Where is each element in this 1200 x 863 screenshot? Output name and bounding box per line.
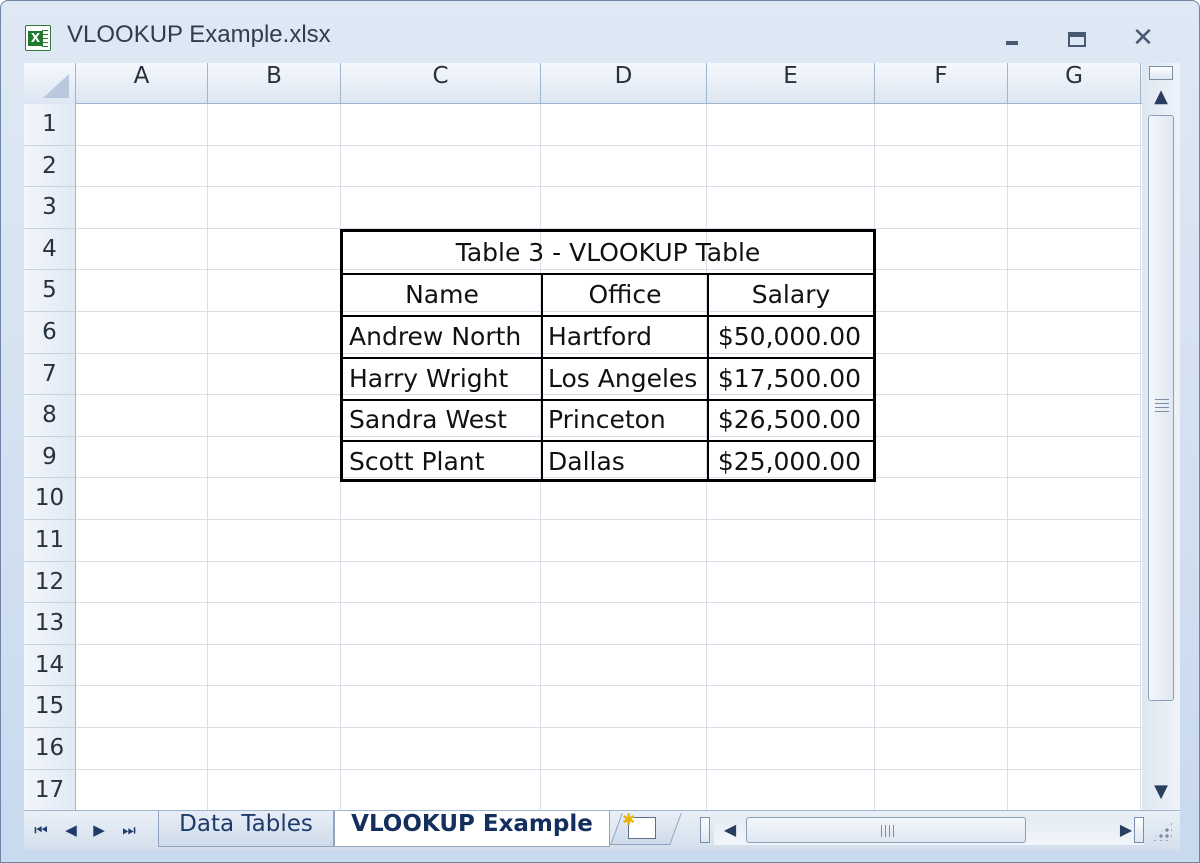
cell-salary[interactable]: $26,500.00 [709,400,861,440]
first-sheet-button[interactable]: ⏮ [28,817,54,843]
grip-icon [881,825,895,837]
minimize-button[interactable] [993,23,1033,53]
row-header[interactable]: 8 [24,395,76,437]
row-header[interactable]: 9 [24,436,76,479]
close-button[interactable]: ✕ [1123,23,1163,53]
column-header[interactable]: E [707,63,875,104]
select-all-button[interactable] [24,63,76,104]
cell-salary[interactable]: $25,000.00 [709,442,861,482]
next-icon: ▶ [93,821,105,839]
cell-name[interactable]: Andrew North [349,317,539,357]
row-header[interactable]: 6 [24,312,76,354]
arrow-left-icon: ◀ [723,820,737,839]
insert-sheet-icon[interactable]: ✱ [622,810,656,839]
row-header[interactable]: 11 [24,520,76,562]
window-title: VLOOKUP Example.xlsx [67,21,331,48]
cell-name[interactable]: Harry Wright [349,359,539,399]
row-header[interactable]: 13 [24,603,76,645]
row-header[interactable]: 2 [24,145,76,188]
cell-office[interactable]: Hartford [548,317,706,357]
column-header[interactable]: C [341,63,541,104]
scroll-down-button[interactable]: ▼ [1145,778,1177,806]
vertical-scroll-thumb[interactable] [1148,115,1174,701]
arrow-down-icon: ▼ [1154,781,1168,802]
row-header[interactable]: 7 [24,353,76,396]
worksheet-grid[interactable]: ABCDEFG 1 2 3 4 5 6 7 8 9 10 11 12 13 14 15 16 17 Table … [24,63,1142,810]
prev-sheet-button[interactable]: ◀ [58,817,84,843]
split-box-horizontal[interactable] [1134,817,1144,843]
resize-grip-icon[interactable] [1152,821,1172,841]
tab-split-handle[interactable] [700,817,710,843]
vertical-scrollbar[interactable]: ▲ ▼ [1142,63,1180,810]
split-box[interactable] [1149,66,1173,80]
last-icon: ⏭ [122,821,136,839]
prev-icon: ◀ [65,821,77,839]
cell-name[interactable]: Scott Plant [349,442,539,482]
row-header[interactable]: 12 [24,561,76,604]
scroll-up-button[interactable]: ▲ [1145,83,1177,111]
next-sheet-button[interactable]: ▶ [86,817,112,843]
excel-window: X VLOOKUP Example.xlsx ✕ ABCDEFG 1234567… [0,0,1200,863]
cell-office[interactable]: Los Angeles [548,359,706,399]
row-header[interactable]: 14 [24,644,76,687]
excel-icon[interactable]: X [25,25,51,51]
maximize-button[interactable] [1057,23,1097,53]
row-header[interactable]: 4 [24,228,76,271]
first-icon: ⏮ [34,821,48,839]
row-header[interactable]: 16 [24,728,76,770]
cell-name[interactable]: Sandra West [349,400,539,440]
scroll-left-button[interactable]: ◀ [718,816,742,844]
sheet-tab-bar: ⏮ ◀ ▶ ⏭ Data Tables VLOOKUP Example ✱ ◀ … [24,810,1180,850]
tab-vlookup-example[interactable]: VLOOKUP Example [334,811,610,847]
cell-office[interactable]: Princeton [548,400,706,440]
arrow-right-icon: ▶ [1119,820,1133,839]
column-header[interactable]: A [76,63,208,104]
horizontal-scrollbar[interactable]: ◀ ▶ [714,815,1144,845]
title-bar[interactable]: X VLOOKUP Example.xlsx ✕ [1,1,1199,63]
grip-icon [1155,399,1169,413]
header-name[interactable]: Name [343,275,541,315]
row-header[interactable]: 17 [24,769,76,810]
column-header[interactable]: D [541,63,707,104]
close-icon: ✕ [1132,23,1154,53]
column-header[interactable]: G [1008,63,1141,104]
table-title[interactable]: Table 3 - VLOOKUP Table [343,232,873,273]
cell-office[interactable]: Dallas [548,442,706,482]
arrow-up-icon: ▲ [1154,86,1168,107]
row-header[interactable]: 15 [24,686,76,728]
horizontal-scroll-thumb[interactable] [746,817,1026,843]
column-header[interactable]: F [875,63,1008,104]
vlookup-table: Table 3 - VLOOKUP Table Name Office Sala… [340,229,876,482]
minimize-icon [1006,41,1018,45]
row-header[interactable]: 1 [24,104,76,146]
row-header[interactable]: 3 [24,187,76,229]
header-salary[interactable]: Salary [709,275,873,315]
tab-data-tables[interactable]: Data Tables [158,811,334,847]
cell-salary[interactable]: $50,000.00 [709,317,861,357]
column-header[interactable]: B [208,63,341,104]
row-header[interactable]: 10 [24,478,76,520]
maximize-icon [1068,32,1086,47]
last-sheet-button[interactable]: ⏭ [116,817,142,843]
row-header[interactable]: 5 [24,270,76,312]
header-office[interactable]: Office [543,275,707,315]
cell-salary[interactable]: $17,500.00 [709,359,861,399]
